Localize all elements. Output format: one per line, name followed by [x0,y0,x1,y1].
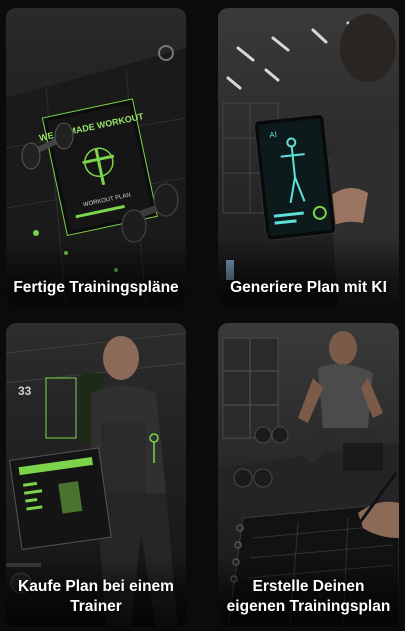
card-generate-ai-plan[interactable]: AI Generiere Plan mit KI [218,8,399,306]
card-title: Fertige Trainingspläne [13,279,179,296]
tablet-ai-label: AI [269,130,277,140]
training-options-grid: WEAK MADE WORKOUT WORKOUT PLAN Fertige T… [0,0,405,631]
card-title: Kaufe Plan bei einem Trainer [18,578,174,615]
card-buy-trainer-plan[interactable]: 33 Kaufe Plan bei einem Trainer [6,323,186,627]
card-ready-made-plans[interactable]: WEAK MADE WORKOUT WORKOUT PLAN Fertige T… [6,8,186,306]
card-create-own-plan[interactable]: Erstelle Deinen eigenen Trainingsplan [218,323,399,627]
wall-number: 33 [18,384,32,398]
card-title: Generiere Plan mit KI [230,279,387,296]
card-title: Erstelle Deinen eigenen Trainingsplan [226,578,391,615]
